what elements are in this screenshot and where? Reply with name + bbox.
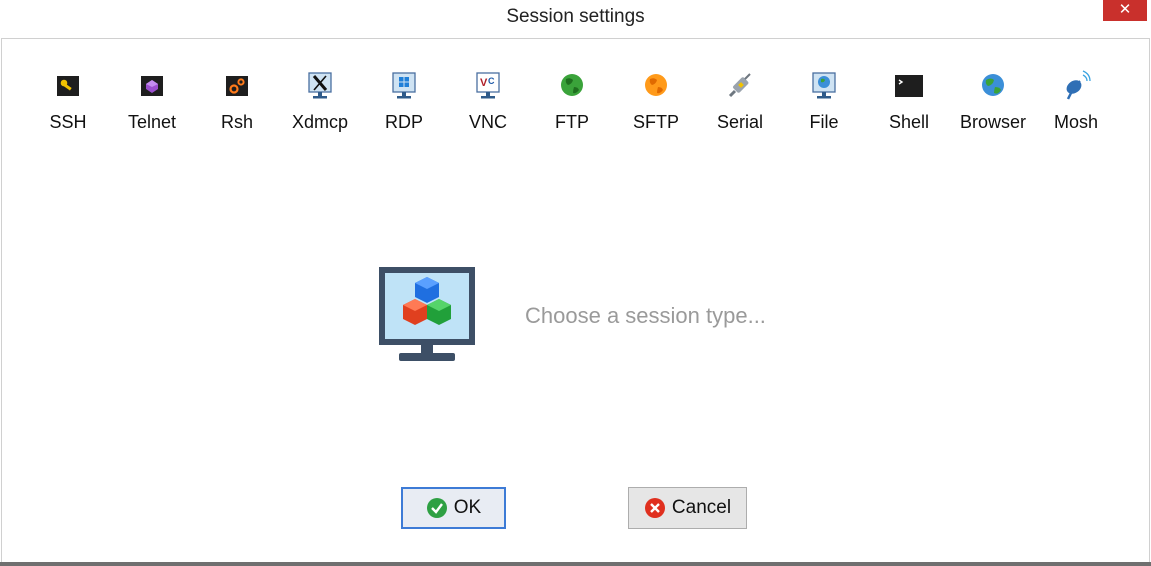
- session-type-label: Serial: [716, 112, 764, 132]
- file-monitor-icon: [812, 72, 836, 99]
- session-type-file[interactable]: File: [784, 69, 864, 139]
- session-type-label: Xdmcp: [291, 112, 349, 132]
- close-button[interactable]: ✕: [1103, 0, 1147, 21]
- session-type-ftp[interactable]: FTP: [532, 69, 612, 139]
- session-type-xdmcp[interactable]: Xdmcp: [280, 69, 360, 139]
- session-type-sftp[interactable]: SFTP: [616, 69, 696, 139]
- cancel-button[interactable]: Cancel: [628, 487, 747, 529]
- session-type-telnet[interactable]: Telnet: [112, 69, 192, 139]
- window-bottom-edge: [0, 562, 1151, 566]
- ssh-key-icon: [57, 76, 79, 96]
- sftp-globe-icon: [645, 74, 667, 96]
- vnc-icon: V C: [476, 72, 500, 99]
- window-title: Session settings: [506, 6, 645, 27]
- svg-text:C: C: [488, 76, 495, 86]
- session-type-rdp[interactable]: RDP: [364, 69, 444, 139]
- serial-plug-icon: [728, 73, 751, 98]
- session-type-shell[interactable]: Shell: [869, 69, 949, 139]
- check-circle-icon: [426, 498, 447, 518]
- xdmcp-x-icon: [308, 72, 332, 99]
- session-type-mosh[interactable]: Mosh: [1036, 69, 1116, 139]
- browser-globe-icon: [982, 74, 1004, 96]
- mosh-satellite-icon: [1066, 70, 1091, 100]
- session-type-label: RDP: [384, 112, 423, 132]
- session-type-bar: SSH Telnet Rsh Xdmcp RDP V C VNC FTP SFT…: [2, 69, 1149, 139]
- cancel-label: Cancel: [671, 497, 732, 518]
- ok-label: OK: [453, 497, 482, 518]
- session-type-browser[interactable]: Browser: [953, 69, 1033, 139]
- ok-button[interactable]: OK: [401, 487, 506, 529]
- session-type-label: Rsh: [220, 112, 253, 132]
- choose-session-hint: Choose a session type...: [525, 303, 766, 328]
- shell-terminal-icon: [895, 75, 923, 97]
- session-type-label: Telnet: [127, 112, 177, 132]
- session-settings-panel: SSH Telnet Rsh Xdmcp RDP V C VNC FTP SFT…: [1, 38, 1150, 564]
- session-type-serial[interactable]: Serial: [700, 69, 780, 139]
- session-type-label: SSH: [49, 112, 87, 132]
- session-type-label: Browser: [959, 112, 1026, 132]
- title-bar: Session settings ✕: [0, 0, 1151, 38]
- session-type-rsh[interactable]: Rsh: [197, 69, 277, 139]
- svg-text:V: V: [480, 77, 488, 89]
- rsh-gears-icon: [226, 76, 248, 96]
- cancel-circle-icon: [644, 498, 665, 518]
- telnet-icon: [141, 76, 163, 96]
- session-type-label: VNC: [468, 112, 507, 132]
- session-type-label: Mosh: [1053, 112, 1098, 132]
- ftp-globe-icon: [561, 74, 583, 96]
- session-type-vnc[interactable]: V C VNC: [448, 69, 528, 139]
- session-settings-window: Session settings ✕ SSH Telnet Rsh Xdmcp …: [0, 0, 1151, 566]
- session-type-ssh[interactable]: SSH: [28, 69, 108, 139]
- session-type-label: SFTP: [632, 112, 679, 132]
- session-type-label: FTP: [555, 112, 589, 132]
- session-type-label: Shell: [888, 112, 930, 132]
- session-type-label: File: [809, 112, 839, 132]
- rdp-windows-monitor-icon: [392, 72, 416, 99]
- session-cubes-monitor-icon: [379, 267, 475, 361]
